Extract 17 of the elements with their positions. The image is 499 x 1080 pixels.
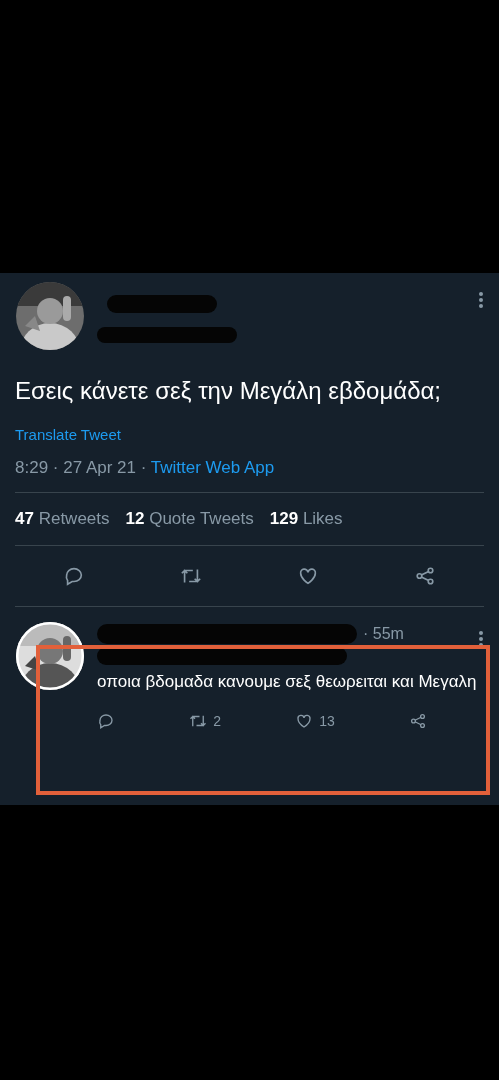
reply-text: οποια βδομαδα κανουμε σεξ θεωρειται και Μεγαλη [97, 671, 478, 693]
stat-count[interactable]: 12 Quote Tweets [125, 509, 254, 529]
stat-count[interactable]: 129 Likes [269, 509, 343, 529]
source-link[interactable]: Twitter Web App [150, 458, 275, 477]
share-icon[interactable] [409, 712, 427, 730]
tweet-meta: 8:29 · 27 Apr 21 · Twitter Web App [15, 458, 484, 493]
more-icon[interactable] [478, 291, 484, 309]
share-icon[interactable] [414, 565, 437, 587]
heart-icon[interactable] [295, 712, 314, 730]
more-icon[interactable] [478, 630, 484, 648]
reply-icon[interactable] [97, 712, 115, 730]
action-count: 2 [213, 713, 221, 729]
stat-count[interactable]: 47 Retweets [15, 509, 110, 529]
action-count: 13 [319, 713, 335, 729]
tweet-text: Εσεις κάνετε σεξ την Μεγάλη εβδομάδα; [15, 376, 443, 406]
translate-link[interactable]: Translate Tweet [15, 426, 121, 443]
reply-time: · 55m [363, 625, 404, 643]
